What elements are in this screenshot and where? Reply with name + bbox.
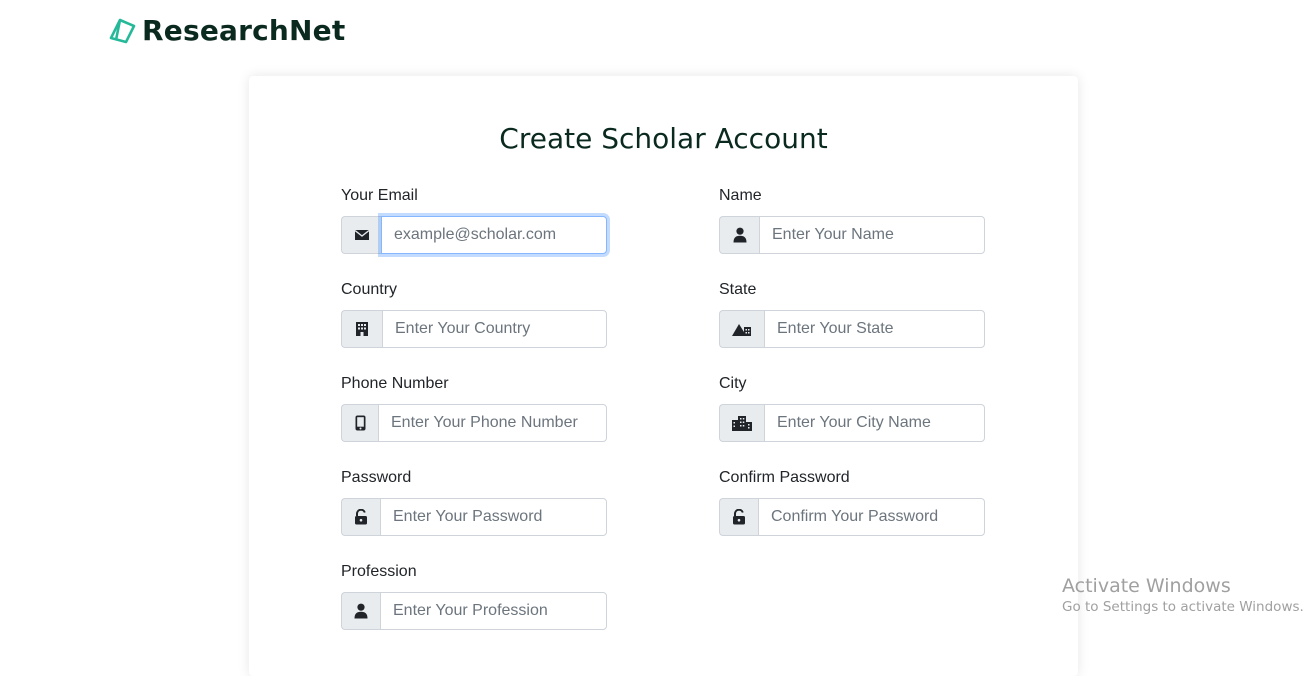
user-icon: [341, 592, 380, 630]
phone-input[interactable]: [378, 404, 607, 442]
country-label: Country: [341, 281, 398, 298]
unlock-icon: [341, 498, 380, 536]
password-input-group: [341, 498, 607, 536]
name-input[interactable]: [759, 216, 985, 254]
state-input-group: [719, 310, 985, 348]
watermark-subtitle: Go to Settings to activate Windows.: [1062, 599, 1304, 615]
email-field-group: Your Email: [341, 186, 607, 254]
name-input-group: [719, 216, 985, 254]
password-field-group: Password: [341, 468, 607, 536]
city-icon: [719, 404, 764, 442]
watermark-title: Activate Windows: [1062, 575, 1231, 597]
city-label: City: [719, 375, 747, 392]
unlock-icon: [719, 498, 758, 536]
country-input[interactable]: [382, 310, 607, 348]
profession-input[interactable]: [380, 592, 607, 630]
name-label: Name: [719, 187, 762, 204]
phone-input-group: [341, 404, 607, 442]
envelope-icon: [341, 216, 381, 254]
state-input[interactable]: [764, 310, 985, 348]
confirm-password-field-group: Confirm Password: [719, 468, 985, 536]
city-input-group: [719, 404, 985, 442]
mountain-city-icon: [719, 310, 764, 348]
password-label: Password: [341, 469, 412, 486]
researchnet-logo-icon[interactable]: [108, 16, 136, 44]
brand-name[interactable]: ResearchNet: [142, 14, 345, 47]
profession-field-group: Profession: [341, 562, 607, 630]
country-field-group: Country: [341, 280, 607, 348]
country-input-group: [341, 310, 607, 348]
header: ResearchNet: [108, 12, 345, 48]
city-field-group: City: [719, 374, 985, 442]
activate-windows-watermark: Activate Windows Go to Settings to activ…: [1062, 575, 1304, 617]
state-label: State: [719, 281, 757, 298]
email-label: Your Email: [341, 187, 418, 204]
mobile-icon: [341, 404, 378, 442]
confirm-password-input-group: [719, 498, 985, 536]
name-field-group: Name: [719, 186, 985, 254]
user-icon: [719, 216, 759, 254]
signup-card: Create Scholar Account Your Email Name C…: [249, 76, 1078, 676]
password-input[interactable]: [380, 498, 607, 536]
building-icon: [341, 310, 382, 348]
email-input-group: [341, 216, 607, 254]
city-input[interactable]: [764, 404, 985, 442]
page-title: Create Scholar Account: [499, 122, 828, 155]
phone-label: Phone Number: [341, 375, 449, 392]
phone-field-group: Phone Number: [341, 374, 607, 442]
profession-input-group: [341, 592, 607, 630]
profession-label: Profession: [341, 563, 417, 580]
state-field-group: State: [719, 280, 985, 348]
email-input[interactable]: [381, 216, 607, 254]
confirm-password-input[interactable]: [758, 498, 985, 536]
confirm-password-label: Confirm Password: [719, 469, 850, 486]
